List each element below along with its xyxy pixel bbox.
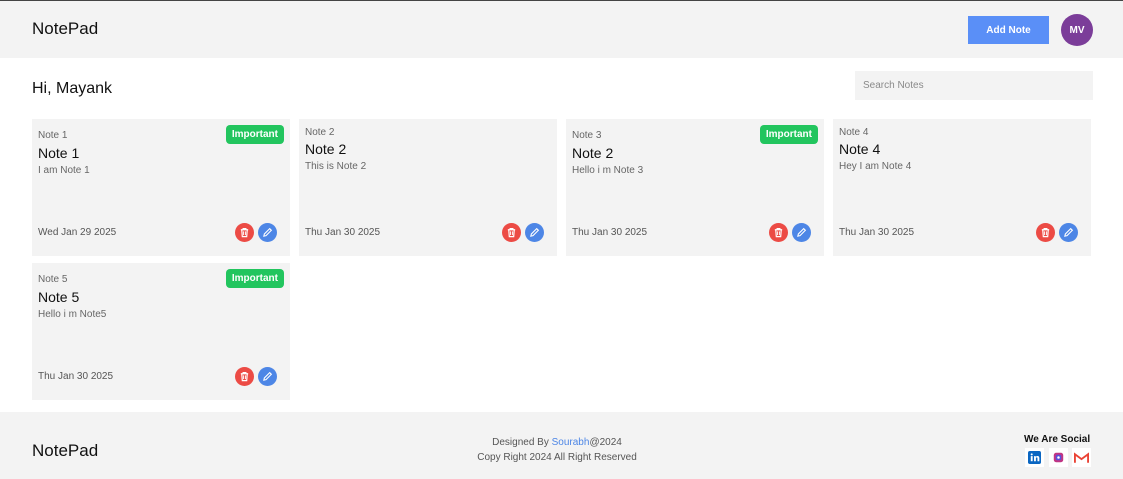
note-description: Hello i m Note 3 <box>572 165 644 176</box>
note-date: Thu Jan 30 2025 <box>305 227 381 238</box>
copyright-text: Copy Right 2024 All Right Reserved <box>477 452 637 463</box>
linkedin-icon <box>1028 451 1041 464</box>
note-tag: Note 2 <box>305 127 335 138</box>
note-card: Note 5 Important Note 5 Hello i m Note5 … <box>32 263 290 400</box>
delete-button[interactable] <box>1036 223 1055 242</box>
linkedin-link[interactable] <box>1025 448 1044 467</box>
delete-button[interactable] <box>235 223 254 242</box>
footer-credit: Designed By Sourabh@2024 <box>457 437 657 448</box>
important-badge: Important <box>759 125 818 144</box>
credit-prefix: Designed By <box>492 437 552 448</box>
note-tag: Note 4 <box>839 127 869 138</box>
note-title: Note 4 <box>839 141 881 157</box>
avatar[interactable]: MV <box>1061 14 1093 46</box>
header: NotePad Add Note MV <box>0 1 1123 58</box>
note-card: Note 2 Note 2 This is Note 2 Thu Jan 30 … <box>299 119 557 256</box>
note-date: Thu Jan 30 2025 <box>38 371 114 382</box>
designer-link[interactable]: Sourabh <box>552 437 590 448</box>
note-tag: Note 3 <box>572 130 602 141</box>
note-title: Note 2 <box>305 141 347 157</box>
instagram-icon <box>1053 452 1064 463</box>
trash-icon <box>507 228 516 238</box>
note-tag: Note 5 <box>38 274 68 285</box>
edit-button[interactable] <box>525 223 544 242</box>
gmail-link[interactable] <box>1072 448 1091 467</box>
trash-icon <box>774 228 783 238</box>
note-description: Hello i m Note5 <box>38 309 107 320</box>
note-tag: Note 1 <box>38 130 68 141</box>
note-title: Note 1 <box>38 145 80 161</box>
note-date: Wed Jan 29 2025 <box>38 227 117 238</box>
add-note-button[interactable]: Add Note <box>968 16 1049 44</box>
social-title: We Are Social <box>1024 434 1091 445</box>
delete-button[interactable] <box>502 223 521 242</box>
greeting: Hi, Mayank <box>32 80 113 97</box>
footer: NotePad Designed By Sourabh@2024 Copy Ri… <box>0 412 1123 479</box>
pencil-icon <box>1064 227 1074 237</box>
pencil-icon <box>797 227 807 237</box>
gmail-icon <box>1074 451 1089 463</box>
delete-button[interactable] <box>235 367 254 386</box>
note-date: Thu Jan 30 2025 <box>572 227 648 238</box>
important-badge: Important <box>225 269 284 288</box>
note-description: I am Note 1 <box>38 165 90 176</box>
footer-brand: NotePad <box>32 441 99 460</box>
note-description: This is Note 2 <box>305 161 367 172</box>
pencil-icon <box>530 227 540 237</box>
note-card: Note 4 Note 4 Hey I am Note 4 Thu Jan 30… <box>833 119 1091 256</box>
edit-button[interactable] <box>1059 223 1078 242</box>
pencil-icon <box>263 227 273 237</box>
credit-year: @2024 <box>589 437 622 448</box>
important-badge: Important <box>225 125 284 144</box>
brand-logo[interactable]: NotePad <box>32 19 98 39</box>
delete-button[interactable] <box>769 223 788 242</box>
note-title: Note 2 <box>572 145 614 161</box>
search-input[interactable] <box>855 71 1093 100</box>
edit-button[interactable] <box>792 223 811 242</box>
edit-button[interactable] <box>258 223 277 242</box>
edit-button[interactable] <box>258 367 277 386</box>
note-description: Hey I am Note 4 <box>839 161 912 172</box>
trash-icon <box>240 228 249 238</box>
pencil-icon <box>263 371 273 381</box>
note-card: Note 1 Important Note 1 I am Note 1 Wed … <box>32 119 290 256</box>
instagram-link[interactable] <box>1049 448 1068 467</box>
trash-icon <box>240 372 249 382</box>
note-date: Thu Jan 30 2025 <box>839 227 915 238</box>
note-card: Note 3 Important Note 2 Hello i m Note 3… <box>566 119 824 256</box>
trash-icon <box>1041 228 1050 238</box>
note-title: Note 5 <box>38 289 80 305</box>
